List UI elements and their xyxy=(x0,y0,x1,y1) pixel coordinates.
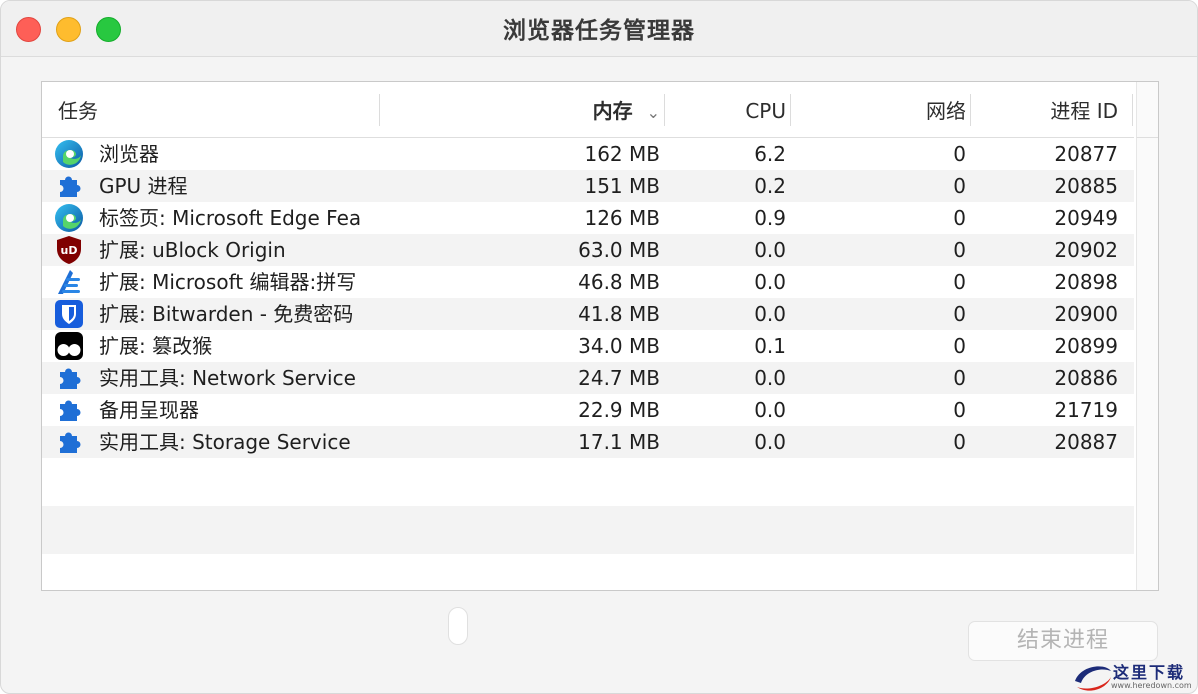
column-divider[interactable] xyxy=(379,94,380,126)
table-row[interactable]: 扩展: 篡改猴 34.0 MB 0.1 0 20899 xyxy=(42,330,1134,362)
column-divider[interactable] xyxy=(970,94,971,126)
table-row[interactable]: 标签页: Microsoft Edge Fea 126 MB 0.9 0 209… xyxy=(42,202,1134,234)
process-id: 20877 xyxy=(1054,142,1118,166)
process-name: 扩展: Bitwarden - 免费密码 xyxy=(99,302,354,326)
column-divider[interactable] xyxy=(664,94,665,126)
process-id: 20886 xyxy=(1054,366,1118,390)
process-network: 0 xyxy=(953,206,966,230)
watermark-url: www.heredown.com xyxy=(1111,681,1192,690)
column-header-memory-label: 内存 xyxy=(592,99,633,123)
resize-handle[interactable] xyxy=(448,607,468,645)
table-row[interactable]: uD 扩展: uBlock Origin 63.0 MB 0.0 0 20902 xyxy=(42,234,1134,266)
svg-text:uD: uD xyxy=(61,244,78,257)
process-memory: 22.9 MB xyxy=(578,398,660,422)
bitwarden-icon xyxy=(55,300,83,328)
process-name: 实用工具: Network Service xyxy=(99,366,356,390)
process-id: 20899 xyxy=(1054,334,1118,358)
table-header: 任务 内存 ⌄ CPU 网络 进程 ID xyxy=(42,82,1134,138)
process-memory: 162 MB xyxy=(584,142,660,166)
title-bar: 浏览器任务管理器 xyxy=(1,1,1197,57)
process-table: 任务 内存 ⌄ CPU 网络 进程 ID 浏览器 162 MB 6.2 0 20… xyxy=(41,81,1159,591)
process-name: 扩展: 篡改猴 xyxy=(99,334,213,358)
process-memory: 24.7 MB xyxy=(578,366,660,390)
column-header-network[interactable]: 网络 xyxy=(842,96,966,126)
process-id: 20898 xyxy=(1054,270,1118,294)
process-id: 20902 xyxy=(1054,238,1118,262)
table-row[interactable]: GPU 进程 151 MB 0.2 0 20885 xyxy=(42,170,1134,202)
table-row[interactable]: 实用工具: Network Service 24.7 MB 0.0 0 2088… xyxy=(42,362,1134,394)
process-memory: 126 MB xyxy=(584,206,660,230)
process-id: 20887 xyxy=(1054,430,1118,454)
process-cpu: 0.2 xyxy=(754,174,786,198)
process-memory: 151 MB xyxy=(584,174,660,198)
process-rows: 浏览器 162 MB 6.2 0 20877 GPU 进程 151 MB 0.2… xyxy=(42,138,1134,458)
column-divider[interactable] xyxy=(790,94,791,126)
process-cpu: 0.0 xyxy=(754,430,786,454)
process-network: 0 xyxy=(953,334,966,358)
process-name: 实用工具: Storage Service xyxy=(99,430,351,454)
process-network: 0 xyxy=(953,238,966,262)
header-corner xyxy=(1136,82,1158,138)
process-network: 0 xyxy=(953,270,966,294)
window-title: 浏览器任务管理器 xyxy=(503,18,695,44)
process-network: 0 xyxy=(953,142,966,166)
edge-browser-icon xyxy=(55,140,83,168)
puzzle-icon xyxy=(60,400,81,421)
table-row[interactable]: 浏览器 162 MB 6.2 0 20877 xyxy=(42,138,1134,170)
end-process-button[interactable]: 结束进程 xyxy=(968,621,1158,661)
puzzle-icon xyxy=(60,432,81,453)
watermark-text: 这里下载 xyxy=(1113,663,1186,682)
column-header-task[interactable]: 任务 xyxy=(58,96,98,126)
process-cpu: 6.2 xyxy=(754,142,786,166)
process-network: 0 xyxy=(953,366,966,390)
vertical-scrollbar[interactable] xyxy=(1136,138,1158,590)
table-row[interactable]: 备用呈现器 22.9 MB 0.0 0 21719 xyxy=(42,394,1134,426)
table-row[interactable]: 实用工具: Storage Service 17.1 MB 0.0 0 2088… xyxy=(42,426,1134,458)
process-cpu: 0.9 xyxy=(754,206,786,230)
process-name: 标签页: Microsoft Edge Fea xyxy=(99,206,362,230)
process-id: 20900 xyxy=(1054,302,1118,326)
process-memory: 46.8 MB xyxy=(578,270,660,294)
puzzle-icon xyxy=(60,368,81,389)
edge-browser-icon xyxy=(55,204,83,232)
process-network: 0 xyxy=(953,174,966,198)
puzzle-icon xyxy=(60,176,81,197)
process-memory: 63.0 MB xyxy=(578,238,660,262)
column-header-process-id[interactable]: 进程 ID xyxy=(1002,96,1118,126)
column-header-memory[interactable]: 内存 ⌄ xyxy=(512,96,660,126)
process-memory: 41.8 MB xyxy=(578,302,660,326)
process-cpu: 0.0 xyxy=(754,398,786,422)
process-name: 备用呈现器 xyxy=(99,398,199,422)
process-id: 21719 xyxy=(1054,398,1118,422)
process-name: GPU 进程 xyxy=(99,174,188,198)
table-row[interactable]: 扩展: Bitwarden - 免费密码 41.8 MB 0.0 0 20900 xyxy=(42,298,1134,330)
empty-row-band xyxy=(42,506,1134,554)
table-row[interactable]: 扩展: Microsoft 编辑器:拼写 46.8 MB 0.0 0 20898 xyxy=(42,266,1134,298)
process-memory: 17.1 MB xyxy=(578,430,660,454)
process-name: 浏览器 xyxy=(99,142,159,166)
process-id: 20885 xyxy=(1054,174,1118,198)
process-cpu: 0.1 xyxy=(754,334,786,358)
column-divider[interactable] xyxy=(1132,94,1133,126)
process-name: 扩展: Microsoft 编辑器:拼写 xyxy=(99,270,357,294)
ublock-icon: uD xyxy=(57,236,81,264)
process-cpu: 0.0 xyxy=(754,366,786,390)
process-network: 0 xyxy=(953,302,966,326)
process-network: 0 xyxy=(953,398,966,422)
process-cpu: 0.0 xyxy=(754,302,786,326)
chevron-down-icon: ⌄ xyxy=(646,103,660,122)
tampermonkey-icon xyxy=(55,332,83,360)
task-manager-window: 浏览器任务管理器 任务 内存 ⌄ CPU 网络 进程 ID 浏览器 162 MB… xyxy=(0,0,1198,694)
process-network: 0 xyxy=(953,430,966,454)
process-cpu: 0.0 xyxy=(754,270,786,294)
process-memory: 34.0 MB xyxy=(578,334,660,358)
column-header-cpu[interactable]: CPU xyxy=(682,96,786,126)
process-name: 扩展: uBlock Origin xyxy=(99,238,286,262)
process-cpu: 0.0 xyxy=(754,238,786,262)
process-id: 20949 xyxy=(1054,206,1118,230)
microsoft-editor-icon xyxy=(58,270,80,294)
